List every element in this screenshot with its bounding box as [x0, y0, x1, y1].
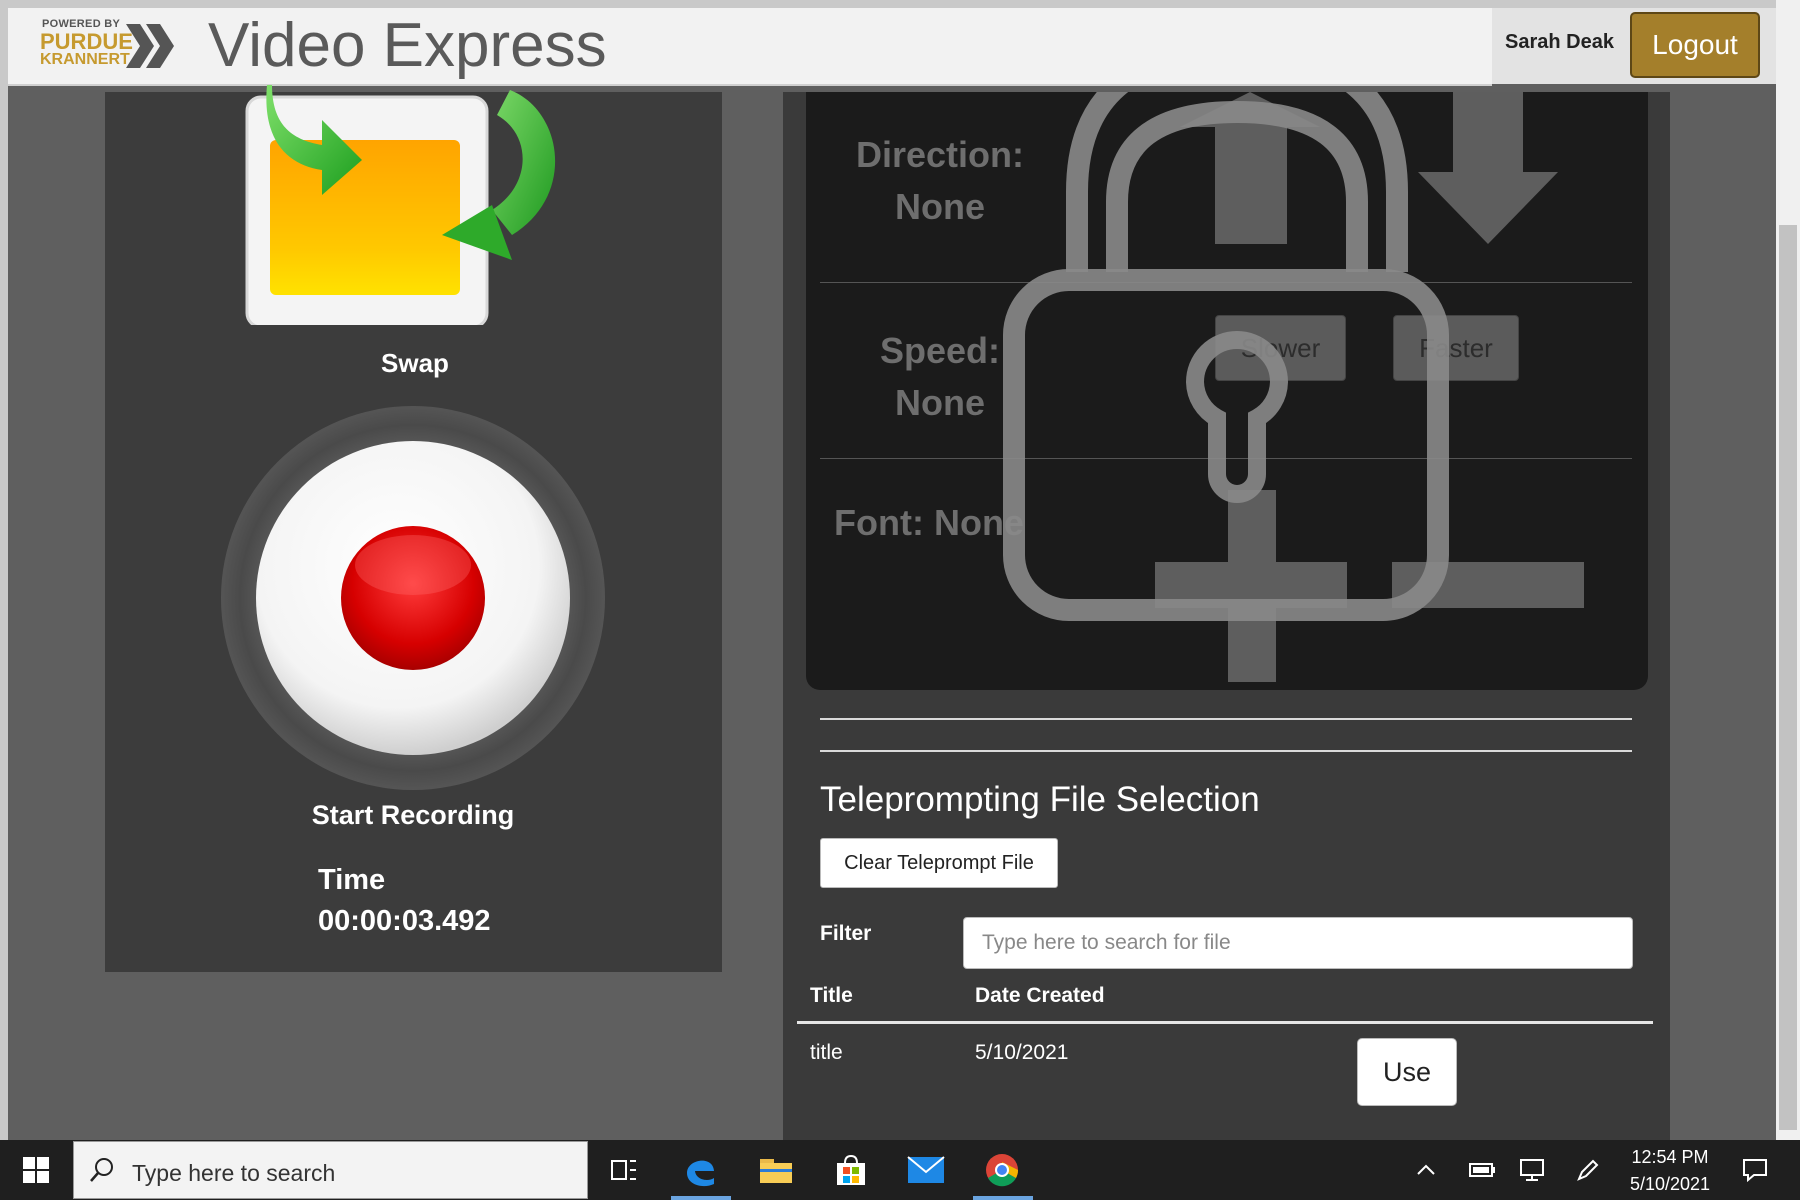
start-recording-button[interactable]: [220, 405, 606, 791]
notifications-icon[interactable]: [1730, 1146, 1780, 1194]
section-divider: [820, 718, 1632, 720]
start-recording-label: Start Recording: [311, 800, 515, 830]
filter-label: Filter: [820, 922, 872, 945]
battery-icon[interactable]: [1463, 1146, 1503, 1194]
logo-chevrons-icon: [126, 24, 174, 68]
table-header-divider: [797, 1021, 1653, 1024]
teleprompt-heading: Teleprompting File Selection: [820, 780, 1260, 819]
logout-button[interactable]: Logout: [1630, 12, 1760, 78]
start-button[interactable]: [0, 1140, 72, 1200]
row-date-cell: 5/10/2021: [975, 1041, 1069, 1064]
mail-icon[interactable]: [896, 1146, 956, 1194]
time-label: Time: [318, 864, 386, 896]
taskbar-clock-time[interactable]: 12:54 PM: [1600, 1147, 1740, 1168]
file-search-input[interactable]: [963, 917, 1633, 969]
logo-krannert-text: KRANNERT: [40, 51, 130, 68]
window-left-edge: [0, 0, 8, 1140]
column-header-date[interactable]: Date Created: [975, 984, 1105, 1008]
purdue-krannert-logo: POWERED BY PURDUE KRANNERT: [38, 18, 178, 70]
taskbar-clock-date[interactable]: 5/10/2021: [1600, 1174, 1740, 1195]
scrollbar-thumb[interactable]: [1779, 225, 1797, 1130]
store-icon[interactable]: [821, 1146, 881, 1194]
row-title-cell: title: [810, 1041, 843, 1064]
task-view-icon[interactable]: [594, 1146, 654, 1194]
window-top-edge: [0, 0, 1800, 8]
network-icon[interactable]: [1513, 1146, 1553, 1194]
windows-logo-icon: [23, 1157, 49, 1183]
column-header-title[interactable]: Title: [810, 984, 853, 1008]
app-title: Video Express: [208, 11, 607, 80]
section-divider: [820, 750, 1632, 752]
taskbar-search-placeholder: Type here to search: [132, 1160, 336, 1186]
lock-icon: [1003, 92, 1449, 621]
chrome-icon[interactable]: [972, 1146, 1032, 1194]
chrome-active-indicator: [973, 1196, 1033, 1200]
file-explorer-icon[interactable]: [746, 1146, 806, 1194]
use-file-button[interactable]: Use: [1357, 1038, 1457, 1106]
edge-active-indicator: [671, 1196, 731, 1200]
chevron-up-icon[interactable]: [1406, 1146, 1446, 1194]
swap-label: Swap: [381, 348, 449, 378]
search-icon: [90, 1158, 113, 1182]
swap-icon[interactable]: [242, 85, 592, 325]
edge-icon[interactable]: [670, 1146, 730, 1194]
user-name: Sarah Deak: [1505, 31, 1614, 53]
time-value: 00:00:03.492: [318, 905, 491, 937]
clear-teleprompt-button[interactable]: Clear Teleprompt File: [820, 838, 1058, 888]
